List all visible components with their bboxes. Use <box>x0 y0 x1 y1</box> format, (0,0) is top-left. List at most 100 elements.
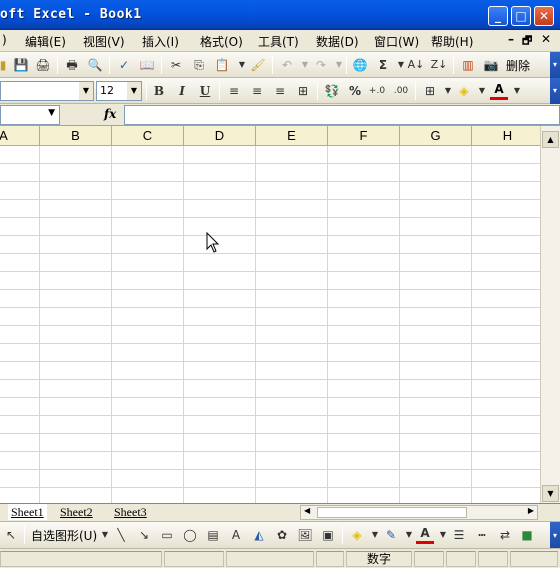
format-painter-icon[interactable]: 🖌 <box>249 56 267 74</box>
menu-window[interactable]: 窗口(W) <box>374 33 419 50</box>
scroll-left-icon[interactable]: ◀ <box>304 506 310 515</box>
percent-button[interactable]: % <box>346 82 364 100</box>
line-color-icon[interactable]: ✎ <box>382 526 400 544</box>
cut-icon[interactable]: ✂ <box>167 56 185 74</box>
diagram-icon[interactable]: ◭ <box>250 526 268 544</box>
chart-wizard-icon[interactable]: ▥ <box>459 56 477 74</box>
sort-descending-icon[interactable]: Z↓ <box>430 56 448 74</box>
doc-restore-button[interactable]: 🗗 <box>522 32 532 51</box>
line-icon[interactable]: ╲ <box>112 526 130 544</box>
menu-view[interactable]: 视图(V) <box>83 33 125 50</box>
paste-icon[interactable]: 📋 <box>213 56 231 74</box>
name-box[interactable]: ▼ <box>0 105 60 125</box>
sheet-tab-sheet3[interactable]: Sheet3 <box>114 504 147 520</box>
rectangle-icon[interactable]: ▭ <box>158 526 176 544</box>
spelling-icon[interactable]: ✓ <box>115 56 133 74</box>
menu-file-partial[interactable]: ) <box>2 33 7 47</box>
underline-button[interactable]: U <box>196 82 214 100</box>
worksheet-grid[interactable]: A B C D E F G H <box>0 126 540 503</box>
scroll-up-icon[interactable]: ▲ <box>542 131 559 148</box>
toolbar-options-icon[interactable]: ▾ <box>550 52 560 78</box>
maximize-button[interactable]: □ <box>511 6 531 26</box>
decrease-decimal-icon[interactable]: .00 <box>392 82 410 100</box>
permission-icon[interactable]: 🖨 <box>34 56 52 74</box>
column-header-f[interactable]: F <box>328 126 400 146</box>
fill-color-dropdown-icon[interactable]: ▼ <box>473 82 491 100</box>
scroll-right-icon[interactable]: ▶ <box>528 506 534 515</box>
camera-icon[interactable]: 📷 <box>482 56 500 74</box>
increase-decimal-icon[interactable]: +.0 <box>368 82 386 100</box>
align-right-icon[interactable]: ≡ <box>271 82 289 100</box>
chevron-down-icon[interactable]: ▼ <box>48 108 55 118</box>
column-header-a[interactable]: A <box>0 126 40 146</box>
column-header-e[interactable]: E <box>256 126 328 146</box>
picture-icon[interactable]: 🖼 <box>296 526 314 544</box>
currency-icon[interactable]: 💱 <box>323 82 341 100</box>
column-header-c[interactable]: C <box>112 126 184 146</box>
toolbar-options-icon[interactable]: ▾ <box>550 78 560 104</box>
close-button[interactable]: ✕ <box>534 6 554 26</box>
font-size-combo[interactable]: 12 ▼ <box>96 81 142 101</box>
undo-icon[interactable]: ↶ <box>278 56 296 74</box>
font-color-button[interactable]: A <box>490 82 508 100</box>
print-preview-icon[interactable]: 🔍 <box>86 56 104 74</box>
font-name-combo[interactable]: ▼ <box>0 81 94 101</box>
select-objects-icon[interactable]: ↖ <box>2 526 20 544</box>
menu-tools[interactable]: 工具(T) <box>258 33 299 50</box>
vertical-scrollbar[interactable]: ▲ ▼ <box>540 126 560 503</box>
merge-center-icon[interactable]: ⊞ <box>294 82 312 100</box>
bold-button[interactable]: B <box>150 82 168 100</box>
arrow-icon[interactable]: ↘ <box>135 526 153 544</box>
toolbar-options-icon[interactable]: ▾ <box>550 522 560 549</box>
fill-color-icon[interactable]: ◈ <box>348 526 366 544</box>
menu-help[interactable]: 帮助(H) <box>431 33 473 50</box>
redo-icon[interactable]: ↷ <box>312 56 330 74</box>
chevron-down-icon[interactable]: ▼ <box>79 82 93 100</box>
formula-input[interactable] <box>124 105 560 125</box>
save-icon[interactable]: 💾 <box>12 56 30 74</box>
sort-ascending-icon[interactable]: A↓ <box>407 56 425 74</box>
autosum-icon[interactable]: Σ <box>374 56 392 74</box>
column-header-g[interactable]: G <box>400 126 472 146</box>
menu-insert[interactable]: 插入(I) <box>142 33 179 50</box>
clip-art-icon[interactable]: ✿ <box>273 526 291 544</box>
open-icon[interactable]: ▮ <box>0 56 12 74</box>
scroll-down-icon[interactable]: ▼ <box>542 485 559 502</box>
horizontal-scroll-thumb[interactable] <box>317 507 467 518</box>
wordart-icon[interactable]: A <box>227 526 245 544</box>
font-color-dropdown-icon[interactable]: ▼ <box>508 82 526 100</box>
arrow-style-icon[interactable]: ⇄ <box>496 526 514 544</box>
column-header-b[interactable]: B <box>40 126 112 146</box>
oval-icon[interactable]: ◯ <box>181 526 199 544</box>
column-header-d[interactable]: D <box>184 126 256 146</box>
research-icon[interactable]: 📖 <box>138 56 156 74</box>
sheet-tab-sheet2[interactable]: Sheet2 <box>60 504 93 520</box>
column-header-h[interactable]: H <box>472 126 540 146</box>
menu-format[interactable]: 格式(O) <box>200 33 243 50</box>
insert-function-icon[interactable]: fx <box>104 107 116 121</box>
font-color-button[interactable]: A <box>416 526 434 544</box>
dash-style-icon[interactable]: ┅ <box>473 526 491 544</box>
autoshapes-menu[interactable]: 自选图形(U) <box>31 527 97 544</box>
menu-edit[interactable]: 编辑(E) <box>25 33 66 50</box>
borders-icon[interactable]: ⊞ <box>421 82 439 100</box>
minimize-button[interactable]: _ <box>488 6 508 26</box>
chevron-down-icon[interactable]: ▼ <box>127 82 141 100</box>
doc-minimize-button[interactable]: – <box>508 32 514 46</box>
align-left-icon[interactable]: ≡ <box>225 82 243 100</box>
insert-image-icon[interactable]: ▣ <box>319 526 337 544</box>
doc-close-button[interactable]: ✕ <box>541 32 551 46</box>
delete-button[interactable]: 删除 <box>506 57 530 74</box>
align-center-icon[interactable]: ≡ <box>248 82 266 100</box>
horizontal-scrollbar[interactable]: ◀ ▶ <box>300 505 538 520</box>
hyperlink-icon[interactable]: 🌐 <box>351 56 369 74</box>
cell-area[interactable] <box>0 146 540 503</box>
print-icon[interactable]: 🖶 <box>63 56 81 74</box>
shadow-style-icon[interactable]: ■ <box>518 526 536 544</box>
line-style-icon[interactable]: ☰ <box>450 526 468 544</box>
menu-data[interactable]: 数据(D) <box>316 33 359 50</box>
copy-icon[interactable]: ⎘ <box>190 56 208 74</box>
sheet-tab-sheet1[interactable]: Sheet1 <box>8 504 47 520</box>
text-box-icon[interactable]: ▤ <box>204 526 222 544</box>
fill-color-icon[interactable]: ◈ <box>455 82 473 100</box>
